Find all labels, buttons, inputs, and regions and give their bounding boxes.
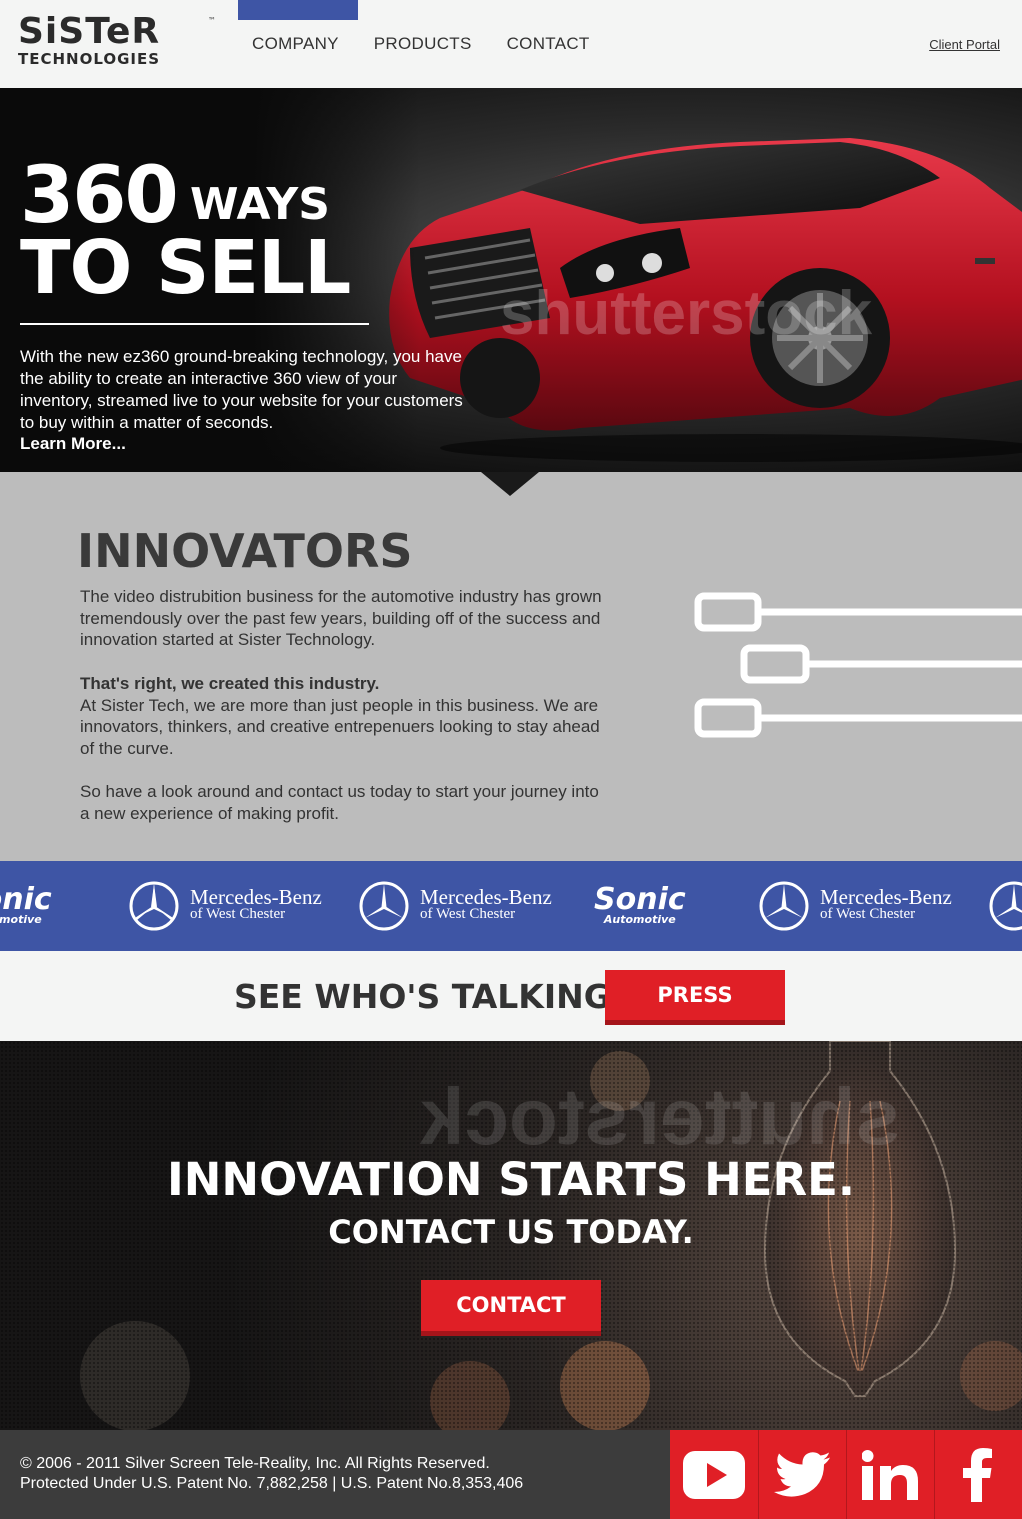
twitter-button[interactable]: [757, 1430, 846, 1519]
sonic-name: Sonic: [0, 882, 52, 917]
press-button[interactable]: PRESS: [605, 970, 785, 1025]
hero-description: With the new ez360 ground-breaking techn…: [20, 347, 463, 432]
youtube-button[interactable]: [670, 1430, 758, 1519]
sister-technologies-logo[interactable]: SiSTeR ™ TECHNOLOGIES: [18, 14, 218, 74]
contact-button[interactable]: CONTACT: [421, 1280, 601, 1336]
logo-wordmark: SiSTeR: [18, 11, 161, 52]
hero-headline-number: 360: [20, 151, 179, 241]
footer-copyright: © 2006 - 2011 Silver Screen Tele-Reality…: [20, 1454, 523, 1494]
innovators-title: INNOVATORS: [77, 524, 413, 578]
nav-contact[interactable]: CONTACT: [507, 34, 590, 54]
sliders-icon: [694, 592, 1022, 738]
innovators-paragraph-1: The video distrubition business for the …: [80, 587, 602, 650]
logo-trademark: ™: [208, 16, 216, 25]
mercedes-benz-logo: Mercedes-Benz of West Chester: [128, 861, 322, 951]
mercedes-benz-logo: Mercedes-Benz of West Chester: [758, 861, 952, 951]
learn-more-link[interactable]: Learn More...: [20, 434, 126, 454]
youtube-icon: [682, 1450, 745, 1499]
innovators-body: The video distrubition business for the …: [80, 586, 610, 846]
copyright-line: © 2006 - 2011 Silver Screen Tele-Reality…: [20, 1455, 490, 1472]
client-logo-strip: SonicAutomotive Mercedes-Benzof West Che…: [0, 861, 1022, 951]
logo-subtitle: TECHNOLOGIES: [18, 50, 161, 68]
mercedes-benz-logo-partial: [988, 861, 1022, 951]
hero-banner: shutterstock 360 WAYS TO SELL With the n…: [0, 88, 1022, 472]
cta-subtitle: CONTACT US TODAY.: [328, 1213, 694, 1251]
innovators-paragraph-2: That's right, we created this industry. …: [80, 673, 610, 760]
sonic-sub: Automotive: [603, 913, 676, 926]
mb-name: Mercedes-Benz: [420, 885, 552, 909]
hero-divider: [20, 323, 369, 325]
nav-active-indicator: [238, 0, 358, 20]
linkedin-icon: [862, 1449, 919, 1500]
innovators-paragraph-3: So have a look around and contact us tod…: [80, 782, 599, 823]
sonic-automotive-logo: SonicAutomotive: [0, 861, 52, 951]
twitter-icon: [774, 1451, 831, 1497]
facebook-button[interactable]: [933, 1430, 1022, 1519]
mercedes-star-icon: [129, 881, 179, 931]
patent-line: Protected Under U.S. Patent No. 7,882,25…: [20, 1475, 524, 1492]
mb-name: Mercedes-Benz: [190, 885, 322, 909]
client-portal-link[interactable]: Client Portal: [929, 37, 1000, 52]
nav-company[interactable]: COMPANY: [252, 34, 339, 54]
innovators-section: INNOVATORS The video distrubition busine…: [0, 472, 1022, 861]
facebook-icon: [963, 1447, 993, 1502]
social-links: [670, 1430, 1022, 1519]
nav-products[interactable]: PRODUCTS: [374, 34, 472, 54]
main-nav: COMPANY PRODUCTS CONTACT: [252, 34, 590, 54]
see-whos-talking-title: SEE WHO'S TALKING: [234, 977, 611, 1016]
hero-headline-ways: WAYS: [190, 179, 330, 230]
cta-section: shutterstock INNOVATION STARTS HERE. CON…: [0, 1041, 1022, 1430]
mercedes-benz-logo: Mercedes-Benz of West Chester: [358, 861, 552, 951]
mercedes-star-icon: [989, 881, 1022, 931]
innovators-paragraph-2-text: At Sister Tech, we are more than just pe…: [80, 695, 600, 758]
sonic-automotive-logo: SonicAutomotive: [594, 861, 686, 951]
site-header: SiSTeR ™ TECHNOLOGIES COMPANY PRODUCTS C…: [0, 0, 1022, 88]
red-car-image: [389, 138, 1022, 462]
linkedin-button[interactable]: [845, 1430, 934, 1519]
hero-headline-sell: TO SELL: [20, 225, 351, 311]
section-pointer: [481, 472, 539, 496]
site-footer: © 2006 - 2011 Silver Screen Tele-Reality…: [0, 1430, 1022, 1519]
sonic-name: Sonic: [594, 882, 686, 917]
mb-name: Mercedes-Benz: [820, 885, 952, 909]
innovators-emphasis: That's right, we created this industry.: [80, 673, 380, 693]
mercedes-star-icon: [359, 881, 409, 931]
cta-title: INNOVATION STARTS HERE.: [167, 1153, 855, 1206]
press-section: SEE WHO'S TALKING PRESS: [0, 951, 1022, 1041]
mercedes-star-icon: [759, 881, 809, 931]
